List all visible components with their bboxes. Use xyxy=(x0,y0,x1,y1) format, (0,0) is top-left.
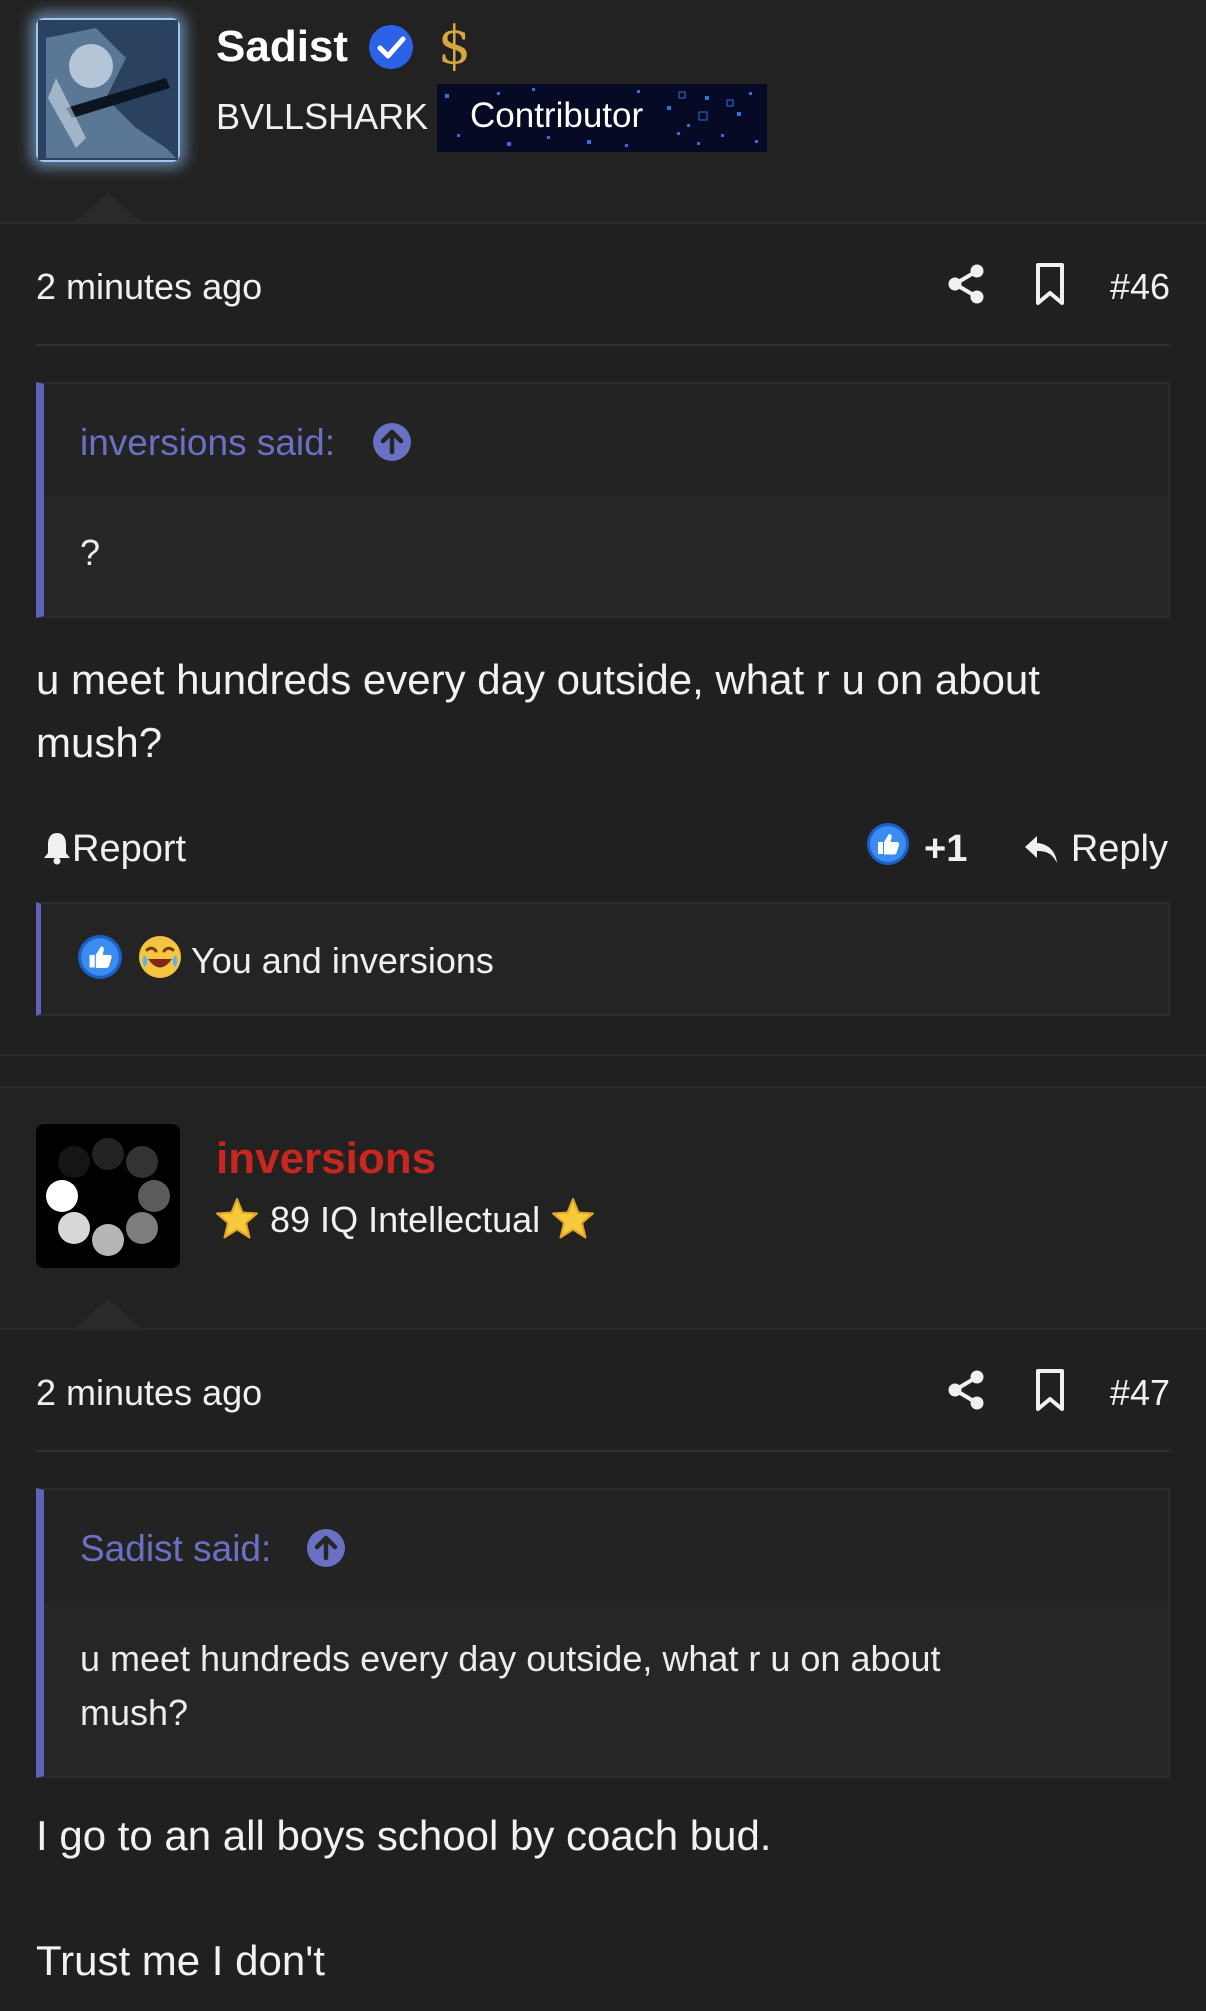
quote-text: ? xyxy=(44,496,1168,616)
bell-icon xyxy=(44,833,70,865)
reply-button[interactable]: Reply xyxy=(1022,828,1168,871)
quote-text: u meet hundreds every day outside, what … xyxy=(44,1602,1168,1776)
quote-header: Sadist said: xyxy=(44,1490,1168,1602)
reactions-text: You and inversions xyxy=(191,940,494,981)
header-notch xyxy=(74,193,142,223)
post-body: I go to an all boys school by coach bud.… xyxy=(36,1804,1170,1992)
reactions-summary[interactable]: You and inversions xyxy=(36,902,1170,1016)
post-47-author-header: inversions 89 IQ Intellectual xyxy=(0,1088,1206,1329)
quote-header: inversions said: xyxy=(44,384,1168,496)
user-title: BVLLSHARK xyxy=(216,96,429,137)
avatar[interactable] xyxy=(36,18,180,162)
spacer xyxy=(0,1056,1206,1086)
user-title: 89 IQ Intellectual xyxy=(214,1196,596,1242)
reply-icon xyxy=(1025,836,1058,863)
dollar-icon: $ xyxy=(438,16,472,76)
post-time[interactable]: 2 minutes ago xyxy=(36,266,262,308)
post-number[interactable]: #46 xyxy=(1110,266,1170,308)
bookmark-icon[interactable] xyxy=(1030,262,1070,306)
post-body-line: I go to an all boys school by coach bud. xyxy=(36,1812,772,1859)
bookmark-icon[interactable] xyxy=(1030,1368,1070,1412)
post-time[interactable]: 2 minutes ago xyxy=(36,1372,262,1414)
quote-author[interactable]: inversions said: xyxy=(80,422,335,464)
post-46-author-header: Sadist $ BVLLSHARK Contributor xyxy=(0,0,1206,223)
contributor-badge-label: Contributor xyxy=(470,96,644,135)
star-icon xyxy=(216,1198,258,1239)
report-button[interactable]: Report xyxy=(42,828,186,871)
post-46-meta: 2 minutes ago #46 xyxy=(36,224,1170,346)
star-icon xyxy=(552,1198,595,1239)
username[interactable]: inversions xyxy=(216,1134,436,1184)
avatar-image xyxy=(36,18,180,162)
reply-label: Reply xyxy=(1070,828,1168,870)
verified-icon xyxy=(369,25,413,69)
share-icon[interactable] xyxy=(944,1368,988,1412)
laugh-icon xyxy=(139,936,181,978)
username[interactable]: Sadist xyxy=(216,22,348,72)
post-47-meta: 2 minutes ago #47 xyxy=(36,1330,1170,1452)
quote-author[interactable]: Sadist said: xyxy=(80,1528,271,1570)
report-label: Report xyxy=(72,828,187,870)
reaction-count[interactable]: +1 xyxy=(924,828,967,871)
arrow-up-icon[interactable] xyxy=(372,422,412,462)
post-actions: Report +1 Reply xyxy=(36,792,1170,902)
user-title-text: 89 IQ Intellectual xyxy=(270,1199,541,1240)
avatar[interactable] xyxy=(36,1124,180,1268)
post-number[interactable]: #47 xyxy=(1110,1372,1170,1414)
quote-block: Sadist said: u meet hundreds every day o… xyxy=(36,1488,1170,1778)
share-icon[interactable] xyxy=(944,262,988,306)
like-icon xyxy=(78,935,122,979)
contributor-badge: Contributor xyxy=(437,84,767,152)
loading-spinner-avatar xyxy=(36,1124,180,1268)
quote-block: inversions said: ? xyxy=(36,382,1170,618)
header-notch xyxy=(74,1299,142,1329)
thread-page: Sadist $ BVLLSHARK Contributor 2 minutes… xyxy=(0,0,1206,2011)
post-body: u meet hundreds every day outside, what … xyxy=(36,656,1040,766)
arrow-up-icon[interactable] xyxy=(306,1528,346,1568)
post-body-line: Trust me I don't xyxy=(36,1937,325,1984)
like-icon[interactable] xyxy=(866,822,910,866)
